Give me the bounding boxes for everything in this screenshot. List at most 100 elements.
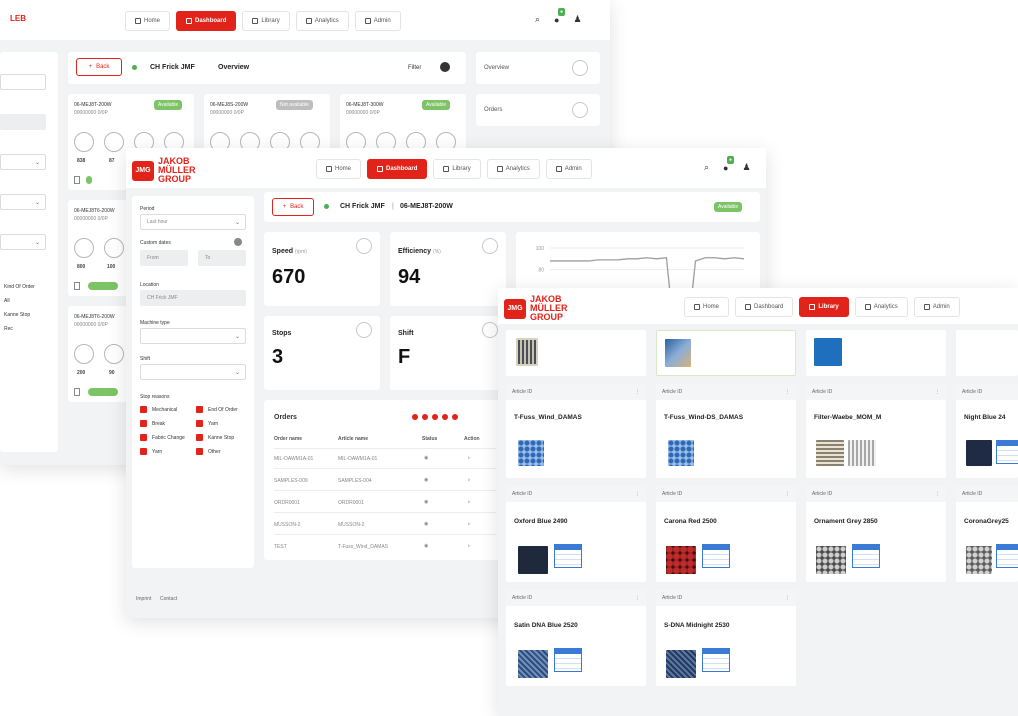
article-card[interactable]: Article ID ⋮ Satin DNA Blue 2520 bbox=[506, 590, 646, 686]
sidebar-select-2[interactable]: ⌄ bbox=[0, 194, 46, 210]
action-icon[interactable]: ▹ bbox=[468, 455, 471, 461]
action-icon[interactable]: ▹ bbox=[468, 477, 471, 483]
from-date-input[interactable]: From bbox=[140, 250, 188, 266]
nav-home[interactable]: Home bbox=[684, 297, 730, 317]
bell-icon[interactable]: ● ● bbox=[723, 155, 735, 173]
nav-admin[interactable]: Admin bbox=[354, 11, 401, 31]
analytics-icon bbox=[864, 304, 871, 310]
settings-icon[interactable] bbox=[234, 238, 242, 246]
to-date-input[interactable]: To bbox=[198, 250, 246, 266]
action-icon[interactable]: ▹ bbox=[468, 499, 471, 505]
nav-analytics[interactable]: Analytics bbox=[486, 159, 540, 179]
period-select[interactable]: Last hour ⌄ bbox=[140, 214, 246, 230]
sidebar-field-grey[interactable] bbox=[0, 114, 46, 130]
nav-library[interactable]: Library bbox=[799, 297, 849, 317]
library-image-tile[interactable] bbox=[806, 330, 946, 376]
table-row[interactable]: SAMPLES-009 bbox=[274, 478, 308, 484]
status-badge: Available bbox=[154, 100, 183, 110]
reason-checkbox[interactable]: Mechanical bbox=[140, 406, 177, 413]
user-icon[interactable]: ♟ bbox=[742, 162, 750, 173]
table-row[interactable]: MUSSON-2 bbox=[274, 522, 300, 528]
nav-dashboard[interactable]: Dashboard bbox=[367, 159, 428, 179]
article-card[interactable]: Article ID CoronaGrey25 bbox=[956, 486, 1018, 582]
library-image-tile[interactable] bbox=[656, 330, 796, 376]
search-icon[interactable]: ⌕ bbox=[704, 162, 709, 173]
machine-card[interactable]: 06-MEJ8T6-200W 00000000 0/0P 200 90 bbox=[68, 306, 128, 402]
library-image-tile[interactable] bbox=[956, 330, 1018, 376]
machine-card[interactable]: 06-MEJ8T-300W 00000000 0/0P Available bbox=[340, 94, 466, 154]
bell-icon[interactable]: ● ● bbox=[554, 7, 566, 25]
status-toggle[interactable] bbox=[88, 388, 118, 396]
machine-card[interactable]: 06-MEJ8S-200W 00000000 0/0P Not availabl… bbox=[204, 94, 330, 154]
article-card[interactable]: Article ID ⋮ T-Fuss_Wind-DS_DAMAS bbox=[656, 384, 796, 478]
article-card[interactable]: Article ID ⋮ Filter-Waebe_MOM_M bbox=[806, 384, 946, 478]
sidebar-item[interactable]: Kind Of Order bbox=[4, 284, 35, 290]
sidebar-select-3[interactable]: ⌄ bbox=[0, 234, 46, 250]
red-dot-icon[interactable] bbox=[412, 414, 418, 420]
checkbox-checked-icon bbox=[140, 406, 147, 413]
location-input[interactable]: CH Frick JMF bbox=[140, 290, 246, 306]
back-button[interactable]: + Back bbox=[272, 198, 314, 216]
library-image-tile[interactable] bbox=[506, 330, 646, 376]
sidebar-item[interactable]: Rec bbox=[4, 326, 13, 332]
status-toggle[interactable] bbox=[86, 176, 92, 184]
shift-select[interactable]: ⌄ bbox=[140, 364, 246, 380]
red-dot-icon[interactable] bbox=[422, 414, 428, 420]
nav-home[interactable]: Home bbox=[316, 159, 362, 179]
filter-icon[interactable] bbox=[440, 62, 450, 72]
article-card[interactable]: Article ID ⋮ T-Fuss_Wind_DAMAS bbox=[506, 384, 646, 478]
reason-checkbox[interactable]: Break bbox=[140, 420, 165, 427]
search-icon[interactable]: ⌕ bbox=[535, 14, 540, 25]
delete-icon[interactable] bbox=[74, 176, 80, 184]
reason-checkbox[interactable]: End Of Order bbox=[196, 406, 238, 413]
article-card[interactable]: Article ID ⋮ S-DNA Midnight 2530 bbox=[656, 590, 796, 686]
red-dot-icon[interactable] bbox=[452, 414, 458, 420]
status-toggle[interactable] bbox=[88, 282, 118, 290]
nav-admin[interactable]: Admin bbox=[545, 159, 592, 179]
back-button[interactable]: + Back bbox=[76, 58, 122, 76]
sidebar-select[interactable]: ⌄ bbox=[0, 154, 46, 170]
overview-side-card[interactable]: Overview bbox=[476, 52, 600, 84]
red-dot-icon[interactable] bbox=[442, 414, 448, 420]
sidebar-item[interactable]: All bbox=[4, 298, 10, 304]
delete-icon[interactable] bbox=[74, 388, 80, 396]
more-icon: ⋮ bbox=[785, 491, 790, 497]
reason-checkbox[interactable]: Yarn bbox=[140, 448, 162, 455]
efficiency-gauge-icon bbox=[104, 344, 124, 364]
nav-home[interactable]: Home bbox=[125, 11, 171, 31]
sidebar-item[interactable]: Kanne Stop bbox=[4, 312, 30, 318]
reason-checkbox[interactable]: Kanne Stop bbox=[196, 434, 234, 441]
table-row[interactable]: MIL-OAWM1A-01 bbox=[274, 456, 313, 462]
machine-card[interactable]: 06-MEJ8T6-200W 00000000 0/0P 800 100 bbox=[68, 200, 128, 296]
nav-dashboard[interactable]: Dashboard bbox=[176, 11, 237, 31]
article-card[interactable]: Article ID ⋮ Oxford Blue 2490 bbox=[506, 486, 646, 582]
table-row[interactable]: TEST bbox=[274, 544, 287, 550]
action-icon[interactable]: ▹ bbox=[468, 521, 471, 527]
filter-label[interactable]: Filter bbox=[408, 65, 421, 71]
imprint-link[interactable]: Imprint bbox=[136, 596, 151, 602]
nav-admin[interactable]: Admin bbox=[913, 297, 960, 317]
orders-side-card[interactable]: Orders bbox=[476, 94, 600, 126]
article-card[interactable]: Article ID ⋮ Carona Red 2500 bbox=[656, 486, 796, 582]
red-dot-icon[interactable] bbox=[432, 414, 438, 420]
user-icon[interactable]: ♟ bbox=[573, 14, 581, 25]
nav-analytics[interactable]: Analytics bbox=[854, 297, 908, 317]
sidebar-field[interactable] bbox=[0, 74, 46, 90]
contact-link[interactable]: Contact bbox=[160, 596, 177, 602]
nav-library[interactable]: Library bbox=[242, 11, 290, 31]
delete-icon[interactable] bbox=[74, 282, 80, 290]
reason-checkbox[interactable]: Other bbox=[196, 448, 221, 455]
nav-library[interactable]: Library bbox=[433, 159, 481, 179]
stops-icon bbox=[356, 322, 372, 338]
reason-checkbox[interactable]: Yarn bbox=[196, 420, 218, 427]
status-icon: ◉ bbox=[424, 455, 429, 461]
orders-action-icons bbox=[412, 414, 458, 420]
article-card[interactable]: Article ID ⋮ Ornament Grey 2850 bbox=[806, 486, 946, 582]
nav-dashboard[interactable]: Dashboard bbox=[735, 297, 794, 317]
nav-analytics[interactable]: Analytics bbox=[295, 11, 349, 31]
reason-checkbox[interactable]: Fabric Change bbox=[140, 434, 185, 441]
action-icon[interactable]: ▹ bbox=[468, 543, 471, 549]
table-row[interactable]: ORDR0001 bbox=[274, 500, 300, 506]
article-card[interactable]: Article ID Night Blue 24 bbox=[956, 384, 1018, 478]
machine-type-select[interactable]: ⌄ bbox=[140, 328, 246, 344]
